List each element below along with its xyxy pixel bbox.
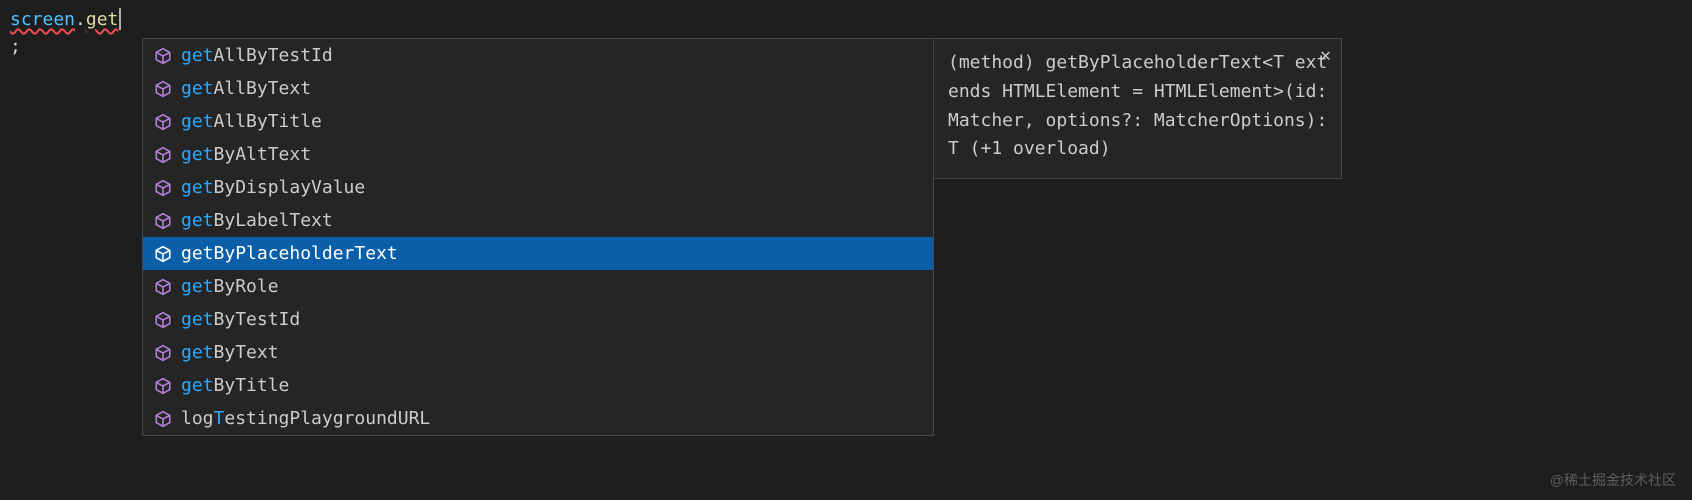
suggestion-item[interactable]: getByLabelText	[143, 204, 933, 237]
watermark-text: @稀土掘金技术社区	[1550, 470, 1676, 490]
suggestion-label: getAllByTestId	[181, 45, 333, 66]
suggestion-label: getByTestId	[181, 309, 300, 330]
suggestion-list[interactable]: getAllByTestId getAllByText getAllByTitle g…	[142, 38, 934, 436]
suggestion-item[interactable]: getByTestId	[143, 303, 933, 336]
suggestion-label: getByLabelText	[181, 210, 333, 231]
suggestion-item[interactable]: getAllByText	[143, 72, 933, 105]
method-icon	[153, 277, 173, 297]
intellisense-popup: getAllByTestId getAllByText getAllByTitle g…	[142, 38, 1342, 436]
method-icon	[153, 211, 173, 231]
suggestion-item[interactable]: getByTitle	[143, 369, 933, 402]
method-icon	[153, 112, 173, 132]
signature-text: (method) getByPlaceholderText<T extends …	[948, 49, 1329, 164]
suggestion-label: logTestingPlaygroundURL	[181, 408, 430, 429]
method-icon	[153, 79, 173, 99]
method-icon	[153, 376, 173, 396]
method-icon	[153, 343, 173, 363]
method-icon	[153, 145, 173, 165]
suggestion-item[interactable]: getAllByTitle	[143, 105, 933, 138]
suggestion-label: getAllByText	[181, 78, 311, 99]
method-icon	[153, 409, 173, 429]
suggestion-label: getByTitle	[181, 375, 289, 396]
method-icon	[153, 310, 173, 330]
method-icon	[153, 244, 173, 264]
method-icon	[153, 178, 173, 198]
token-dot: .	[75, 9, 86, 30]
suggestion-label: getByPlaceholderText	[181, 243, 398, 264]
suggestion-label: getByDisplayValue	[181, 177, 365, 198]
suggestion-item[interactable]: getAllByTestId	[143, 39, 933, 72]
suggestion-item[interactable]: getByDisplayValue	[143, 171, 933, 204]
close-icon[interactable]: ✕	[1320, 47, 1331, 65]
suggestion-item[interactable]: getByPlaceholderText	[143, 237, 933, 270]
suggestion-details-panel: ✕ (method) getByPlaceholderText<T extend…	[934, 38, 1342, 179]
suggestion-item[interactable]: getByText	[143, 336, 933, 369]
suggestion-item[interactable]: getByAltText	[143, 138, 933, 171]
method-icon	[153, 46, 173, 66]
suggestion-label: getByAltText	[181, 144, 311, 165]
suggestion-item[interactable]: getByRole	[143, 270, 933, 303]
suggestion-label: getByRole	[181, 276, 279, 297]
token-variable: screen	[10, 9, 75, 30]
suggestion-label: getAllByTitle	[181, 111, 322, 132]
suggestion-label: getByText	[181, 342, 279, 363]
token-method: get	[86, 9, 119, 30]
code-line-1: screen.get	[10, 6, 1682, 33]
text-cursor	[119, 8, 121, 30]
suggestion-item[interactable]: logTestingPlaygroundURL	[143, 402, 933, 435]
